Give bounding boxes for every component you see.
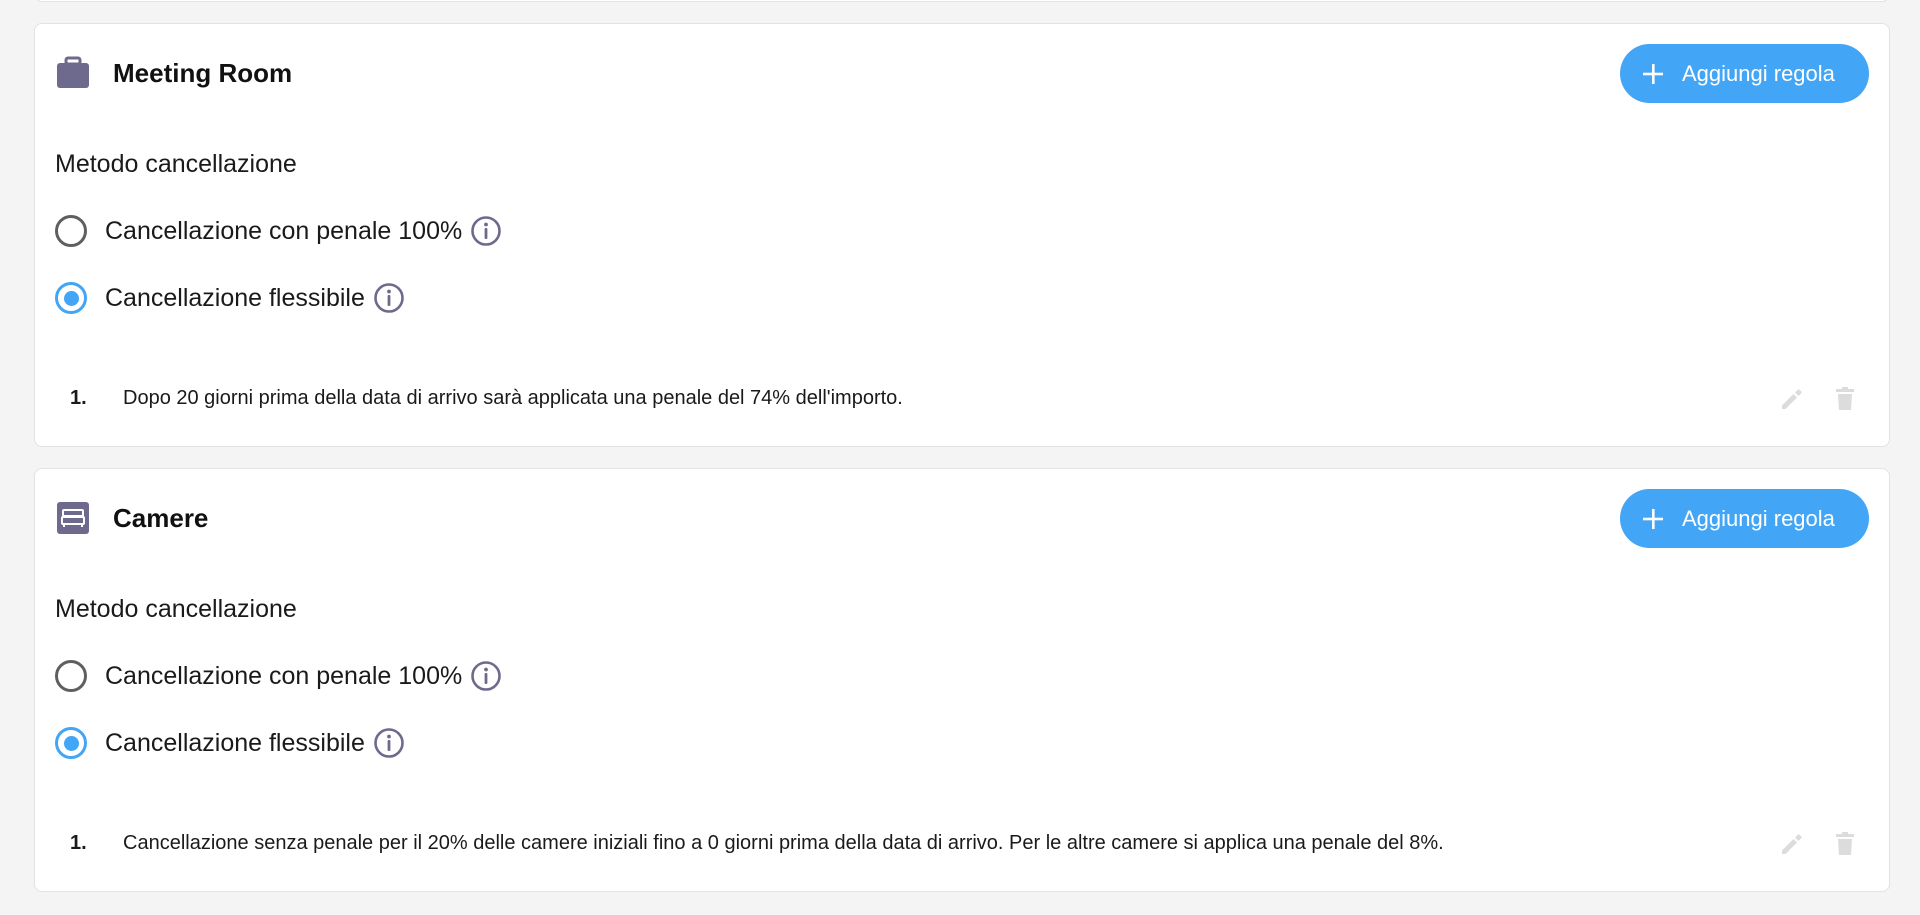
rule-text: Dopo 20 giorni prima della data di arriv… (123, 387, 903, 409)
radio-label: Cancellazione con penale 100% (105, 217, 463, 245)
section-card-camere: Camere Aggiungi regola Metodo cancellazi… (34, 468, 1890, 892)
rule-number: 1. (70, 387, 87, 409)
section-header: Camere Aggiungi regola (35, 469, 1889, 569)
radio-option-flexible[interactable]: Cancellazione flessibile (55, 726, 405, 760)
radio-checked[interactable] (55, 282, 87, 314)
radio-label: Cancellazione flessibile (105, 729, 365, 757)
info-icon[interactable] (373, 282, 405, 314)
page: Meeting Room Aggiungi regola Metodo canc… (0, 0, 1920, 915)
cancellation-method-label: Metodo cancellazione (55, 595, 297, 623)
section-title: Meeting Room (113, 58, 293, 88)
previous-card-edge (34, 0, 1890, 2)
info-icon[interactable] (373, 727, 405, 759)
radio-checked[interactable] (55, 727, 87, 759)
rule-list-item: 1. Dopo 20 giorni prima della data di ar… (35, 379, 1889, 419)
add-rule-button-label: Aggiungi regola (1682, 60, 1835, 86)
add-rule-button[interactable]: Aggiungi regola (1620, 489, 1869, 548)
add-rule-button[interactable]: Aggiungi regola (1620, 44, 1869, 103)
rule-list-item: 1. Cancellazione senza penale per il 20%… (35, 824, 1889, 864)
bed-icon (57, 502, 89, 534)
plus-icon (1643, 63, 1663, 84)
info-icon[interactable] (470, 215, 502, 247)
cancellation-method-label: Metodo cancellazione (55, 150, 297, 178)
radio-option-penalty-100[interactable]: Cancellazione con penale 100% (55, 214, 502, 248)
add-rule-button-label: Aggiungi regola (1682, 505, 1835, 531)
radio-label: Cancellazione con penale 100% (105, 662, 463, 690)
rule-number: 1. (70, 832, 87, 854)
info-icon[interactable] (470, 660, 502, 692)
trash-icon[interactable] (1831, 385, 1859, 413)
radio-label: Cancellazione flessibile (105, 284, 365, 312)
trash-icon[interactable] (1831, 830, 1859, 858)
section-card-meeting-room: Meeting Room Aggiungi regola Metodo canc… (34, 23, 1890, 447)
radio-option-penalty-100[interactable]: Cancellazione con penale 100% (55, 659, 502, 693)
pencil-icon[interactable] (1778, 385, 1806, 413)
radio-option-flexible[interactable]: Cancellazione flessibile (55, 281, 405, 315)
radio-unchecked[interactable] (55, 660, 87, 692)
section-header: Meeting Room Aggiungi regola (35, 24, 1889, 124)
pencil-icon[interactable] (1778, 830, 1806, 858)
radio-unchecked[interactable] (55, 215, 87, 247)
section-title: Camere (113, 503, 209, 533)
plus-icon (1643, 508, 1663, 529)
briefcase-icon (57, 56, 89, 88)
rule-text: Cancellazione senza penale per il 20% de… (123, 832, 1444, 854)
